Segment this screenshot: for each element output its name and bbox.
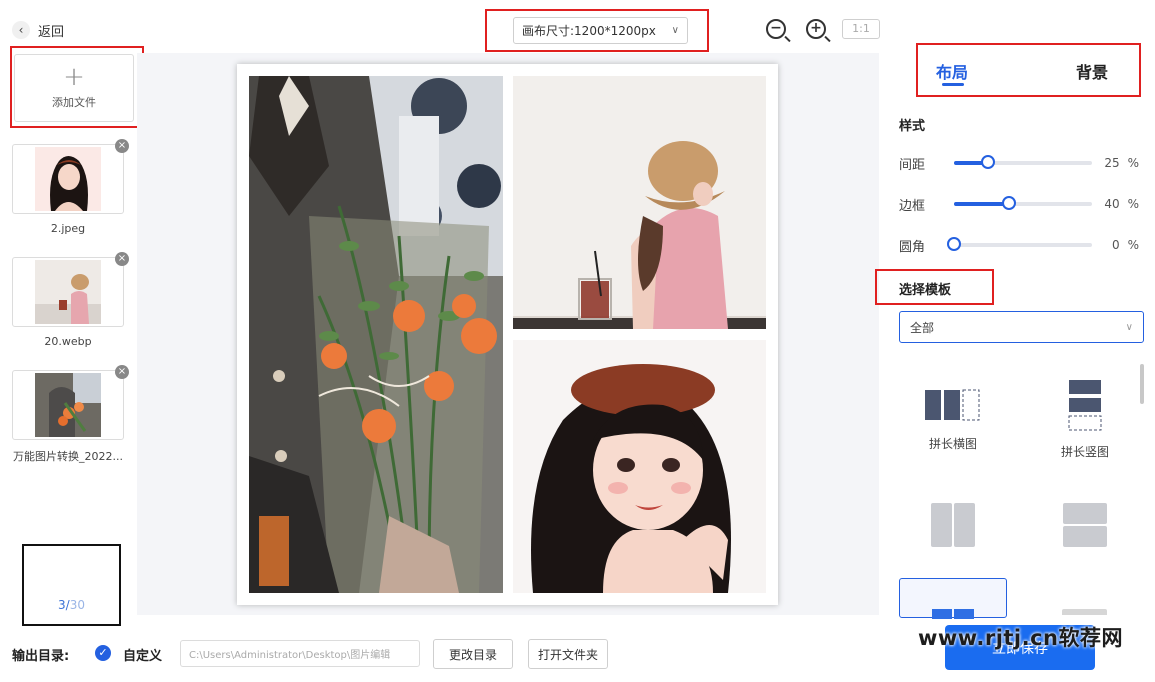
illustration-photo-image: [513, 340, 766, 593]
spacing-unit: %: [1127, 156, 1139, 170]
add-file-button[interactable]: + 添加文件: [14, 54, 134, 122]
file-thumbnail[interactable]: ×: [12, 365, 129, 440]
remove-file-icon[interactable]: ×: [115, 252, 129, 266]
border-slider-fill: [953, 202, 1010, 206]
file-name: 万能图片转换_2022...: [13, 450, 123, 463]
file-item[interactable]: × 2.jpeg: [12, 139, 129, 235]
radius-slider[interactable]: [946, 237, 1092, 251]
radius-label: 圆角: [899, 239, 926, 255]
template-filter-value: 全部: [910, 320, 935, 335]
chevron-down-icon: ∨: [671, 25, 679, 36]
bouquet-photo-image: [249, 76, 503, 593]
file-thumbnail[interactable]: ×: [12, 139, 129, 214]
two-columns-template-icon: [931, 503, 975, 547]
border-slider-row: 边框 40 %: [899, 194, 1139, 214]
template-two-columns[interactable]: [899, 502, 1007, 551]
file-name: 2.jpeg: [50, 222, 86, 235]
border-slider[interactable]: [953, 196, 1092, 210]
long-horizontal-template-icon: [925, 389, 980, 421]
two-rows-template-icon: [1063, 503, 1107, 547]
custom-dir-label[interactable]: 自定义: [123, 645, 162, 664]
template-two-rows[interactable]: [1031, 502, 1139, 551]
template-scrollbar[interactable]: [1140, 364, 1144, 404]
border-slider-handle[interactable]: [1002, 196, 1017, 210]
zoom-in-icon[interactable]: +: [806, 19, 826, 39]
file-thumbnail-image: [35, 147, 101, 211]
file-count-highlight: 3/30: [22, 544, 121, 626]
collage-canvas[interactable]: [237, 64, 778, 605]
remove-file-icon[interactable]: ×: [115, 365, 129, 379]
chevron-down-icon: ∨: [1125, 321, 1133, 333]
add-file-highlight: + 添加文件: [10, 46, 144, 128]
spacing-slider-row: 间距 25 %: [899, 153, 1139, 173]
collage-photo-illustration[interactable]: [513, 340, 766, 593]
radius-value: 0: [1111, 238, 1120, 252]
spacing-slider-handle[interactable]: [981, 155, 996, 169]
template-long-vertical[interactable]: 拼长竖图: [1031, 378, 1139, 460]
site-watermark: www.rjtj.cn软荐网: [918, 626, 1124, 650]
file-thumbnail-image: [35, 260, 101, 324]
template-section-title: 选择模板: [899, 283, 952, 298]
file-thumbnail[interactable]: ×: [12, 252, 129, 327]
file-name: 20.webp: [44, 335, 92, 348]
spacing-label: 间距: [899, 157, 926, 173]
radius-slider-handle[interactable]: [946, 237, 961, 251]
canvas-size-select[interactable]: 画布尺寸:1200*1200px ∨: [513, 17, 688, 44]
radius-unit: %: [1127, 238, 1139, 252]
ratio-button[interactable]: 1:1: [842, 19, 880, 39]
long-vertical-template-icon: [1068, 380, 1102, 431]
file-item[interactable]: × 万能图片转换_2022...: [12, 365, 129, 464]
back-label: 返回: [38, 24, 65, 40]
collage-photo-hat-girl[interactable]: [513, 76, 766, 329]
canvas-size-highlight: 画布尺寸:1200*1200px ∨: [485, 9, 709, 52]
tab-background[interactable]: 背景: [1076, 59, 1108, 83]
border-value: 40: [1104, 197, 1120, 211]
template-filter-select[interactable]: 全部 ∨: [899, 311, 1144, 343]
selected-template-icon: [932, 609, 974, 619]
template-title-highlight: 选择模板: [875, 269, 994, 305]
back-button[interactable]: ‹ 返回: [12, 20, 64, 40]
spacing-slider[interactable]: [953, 155, 1092, 169]
file-thumbnail-image: [35, 373, 101, 437]
output-dir-label: 输出目录:: [12, 649, 70, 664]
add-file-label: 添加文件: [52, 96, 96, 109]
spacing-value: 25: [1104, 156, 1120, 170]
remove-file-icon[interactable]: ×: [115, 139, 129, 153]
radius-slider-row: 圆角 0 %: [899, 235, 1139, 255]
canvas-size-value: 画布尺寸:1200*1200px: [522, 24, 656, 38]
tab-layout[interactable]: 布局: [936, 59, 968, 83]
chevron-left-icon: ‹: [12, 21, 30, 39]
file-item[interactable]: × 20.webp: [12, 252, 129, 348]
template-label: 拼长竖图: [1060, 445, 1109, 459]
collage-photo-bouquet[interactable]: [249, 76, 503, 593]
template-selected[interactable]: [899, 578, 1007, 619]
hat-girl-photo-image: [513, 76, 766, 329]
border-label: 边框: [899, 198, 926, 214]
check-icon[interactable]: ✓: [95, 645, 111, 661]
style-section-title: 样式: [899, 119, 926, 134]
change-dir-button[interactable]: 更改目录: [433, 639, 513, 669]
template-partial[interactable]: [1062, 609, 1107, 615]
output-path-input[interactable]: [180, 640, 420, 667]
tabs-highlight: 布局 背景: [916, 43, 1141, 97]
tab-active-indicator: [942, 83, 964, 86]
template-long-horizontal[interactable]: 拼长横图: [899, 378, 1007, 452]
open-folder-button[interactable]: 打开文件夹: [528, 639, 608, 669]
file-count: 3/30: [24, 598, 119, 612]
border-unit: %: [1127, 197, 1139, 211]
zoom-out-icon[interactable]: −: [766, 19, 786, 39]
file-count-current: 3: [58, 598, 66, 612]
template-label: 拼长横图: [928, 437, 977, 451]
plus-icon: +: [63, 62, 85, 92]
file-count-total: 30: [69, 598, 85, 612]
